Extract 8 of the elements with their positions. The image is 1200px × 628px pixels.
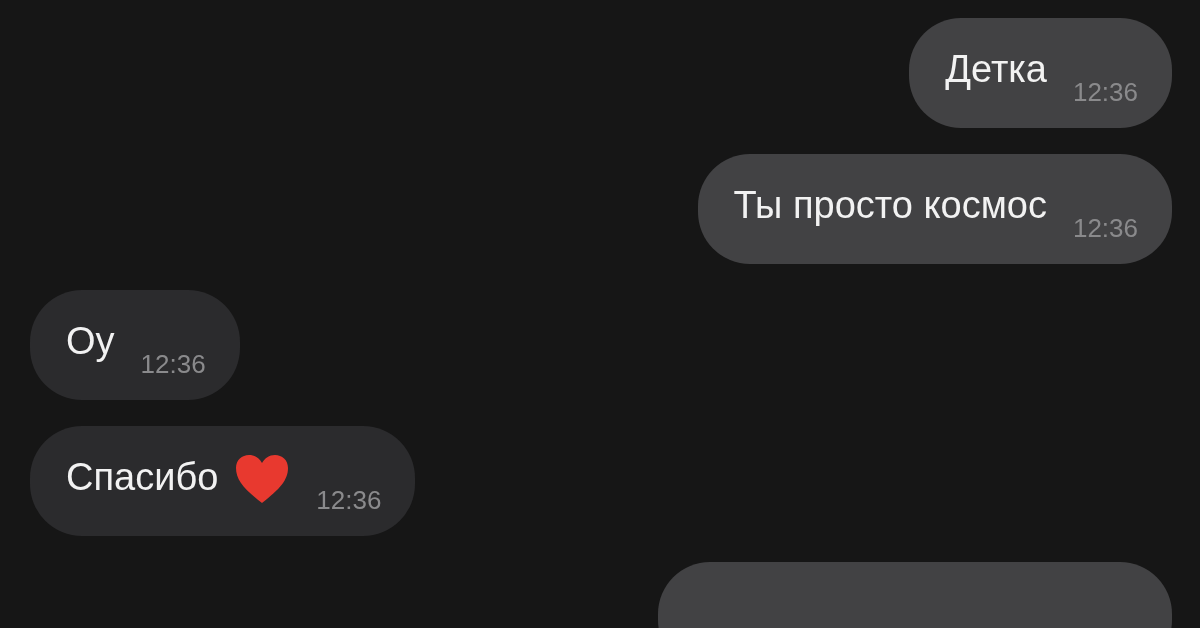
- message-text: Спасибо: [66, 455, 219, 499]
- message-text: Оу: [66, 319, 115, 363]
- message-time: 12:36: [316, 484, 382, 516]
- message-text: Ты просто космос: [733, 183, 1047, 227]
- message-time: 12:36: [140, 348, 206, 380]
- message-text: Детка: [945, 47, 1047, 91]
- message-time: 12:36: [1072, 76, 1138, 108]
- message-time: 12:36: [1072, 212, 1138, 244]
